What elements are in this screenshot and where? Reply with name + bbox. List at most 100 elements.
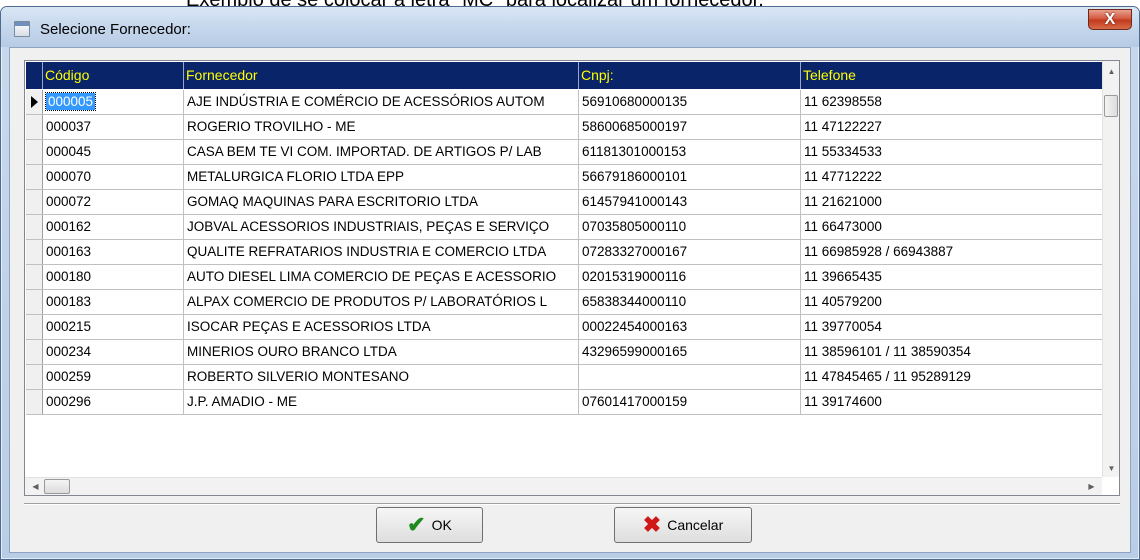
table-row[interactable]: 000234 MINERIOS OURO BRANCO LTDA 432965990… xyxy=(26,340,1111,365)
cell-fornecedor[interactable]: JOBVAL ACESSORIOS INDUSTRIAIS, PEÇAS E S… xyxy=(184,215,579,239)
cell-telefone[interactable]: 11 40579200 xyxy=(801,290,1111,314)
cell-codigo[interactable]: 000070 xyxy=(43,165,184,189)
cell-fornecedor[interactable]: AJE INDÚSTRIA E COMÉRCIO DE ACESSÓRIOS A… xyxy=(184,90,579,114)
scroll-left-icon[interactable]: ◀ xyxy=(27,478,44,495)
cell-cnpj[interactable]: 58600685000197 xyxy=(579,115,801,139)
table-row[interactable]: 000215 ISOCAR PEÇAS E ACESSORIOS LTDA 0002… xyxy=(26,315,1111,340)
table-row[interactable]: 000070 METALURGICA FLORIO LTDA EPP 5667918… xyxy=(26,165,1111,190)
row-indicator[interactable] xyxy=(26,340,43,364)
cell-cnpj-text: 56910680000135 xyxy=(582,94,688,109)
cell-cnpj[interactable]: 56910680000135 xyxy=(579,90,801,114)
cell-telefone[interactable]: 11 47712222 xyxy=(801,165,1111,189)
cell-telefone[interactable]: 11 39770054 xyxy=(801,315,1111,339)
table-row[interactable]: 000183 ALPAX COMERCIO DE PRODUTOS P/ LABO… xyxy=(26,290,1111,315)
cell-telefone[interactable]: 11 66985928 / 66943887 xyxy=(801,240,1111,264)
row-indicator[interactable] xyxy=(26,390,43,414)
cell-codigo[interactable]: 000296 xyxy=(43,390,184,414)
ok-button[interactable]: ✔ OK xyxy=(376,507,483,543)
cell-cnpj[interactable]: 07601417000159 xyxy=(579,390,801,414)
cell-cnpj[interactable]: 00022454000163 xyxy=(579,315,801,339)
cell-cnpj[interactable]: 65838344000110 xyxy=(579,290,801,314)
cell-cnpj[interactable]: 07035805000110 xyxy=(579,215,801,239)
cell-codigo[interactable]: 000234 xyxy=(43,340,184,364)
cell-fornecedor[interactable]: CASA BEM TE VI COM. IMPORTAD. DE ARTIGOS… xyxy=(184,140,579,164)
horizontal-scrollbar[interactable]: ◀ ▶ xyxy=(25,477,1102,495)
cell-telefone[interactable]: 11 62398558 xyxy=(801,90,1111,114)
cell-fornecedor[interactable]: GOMAQ MAQUINAS PARA ESCRITORIO LTDA xyxy=(184,190,579,214)
table-row[interactable]: 000180 AUTO DIESEL LIMA COMERCIO DE PEÇAS… xyxy=(26,265,1111,290)
row-indicator[interactable] xyxy=(26,190,43,214)
vertical-scroll-thumb[interactable] xyxy=(1104,95,1118,117)
vertical-scrollbar[interactable]: ▲ ▼ xyxy=(1102,61,1119,477)
row-indicator[interactable] xyxy=(26,115,43,139)
cell-fornecedor[interactable]: MINERIOS OURO BRANCO LTDA xyxy=(184,340,579,364)
cell-telefone[interactable]: 11 47122227 xyxy=(801,115,1111,139)
column-header-telefone[interactable]: Telefone xyxy=(801,62,1111,89)
table-row[interactable]: 000296 J.P. AMADIO - ME 07601417000159 11 3… xyxy=(26,390,1111,415)
row-indicator[interactable] xyxy=(26,240,43,264)
cell-telefone-text: 11 47122227 xyxy=(804,119,882,134)
cell-fornecedor[interactable]: QUALITE REFRATARIOS INDUSTRIA E COMERCIO… xyxy=(184,240,579,264)
cancel-button[interactable]: ✖ Cancelar xyxy=(614,507,752,543)
column-header-cnpj[interactable]: Cnpj: xyxy=(579,62,801,89)
cell-codigo[interactable]: 000183 xyxy=(43,290,184,314)
cell-fornecedor[interactable]: ROBERTO SILVERIO MONTESANO xyxy=(184,365,579,389)
cell-telefone[interactable]: 11 47845465 / 11 95289129 xyxy=(801,365,1111,389)
table-row[interactable]: 000045 CASA BEM TE VI COM. IMPORTAD. DE A… xyxy=(26,140,1111,165)
cell-telefone[interactable]: 11 55334533 xyxy=(801,140,1111,164)
table-row[interactable]: 000005 AJE INDÚSTRIA E COMÉRCIO DE ACESSÓ… xyxy=(26,90,1111,115)
cell-cnpj-text: 07283327000167 xyxy=(582,244,688,259)
column-header-codigo[interactable]: Código xyxy=(43,62,184,89)
cell-telefone[interactable]: 11 38596101 / 11 38590354 xyxy=(801,340,1111,364)
table-row[interactable]: 000162 JOBVAL ACESSORIOS INDUSTRIAIS, PEÇ… xyxy=(26,215,1111,240)
cell-codigo[interactable]: 000072 xyxy=(43,190,184,214)
cell-cnpj[interactable]: 43296599000165 xyxy=(579,340,801,364)
cell-cnpj[interactable]: 02015319000116 xyxy=(579,265,801,289)
cell-codigo[interactable]: 000045 xyxy=(43,140,184,164)
cell-fornecedor[interactable]: AUTO DIESEL LIMA COMERCIO DE PEÇAS E ACE… xyxy=(184,265,579,289)
cell-codigo[interactable]: 000037 xyxy=(43,115,184,139)
row-indicator[interactable] xyxy=(26,215,43,239)
cell-fornecedor[interactable]: J.P. AMADIO - ME xyxy=(184,390,579,414)
cell-fornecedor[interactable]: ALPAX COMERCIO DE PRODUTOS P/ LABORATÓRI… xyxy=(184,290,579,314)
row-indicator[interactable] xyxy=(26,140,43,164)
table-row[interactable]: 000037 ROGERIO TROVILHO - ME 5860068500019… xyxy=(26,115,1111,140)
current-row-indicator-icon[interactable] xyxy=(26,90,43,114)
table-row[interactable]: 000259 ROBERTO SILVERIO MONTESANO 11 47845… xyxy=(26,365,1111,390)
cell-cnpj[interactable]: 61181301000153 xyxy=(579,140,801,164)
table-row[interactable]: 000163 QUALITE REFRATARIOS INDUSTRIA E CO… xyxy=(26,240,1111,265)
cell-fornecedor[interactable]: METALURGICA FLORIO LTDA EPP xyxy=(184,165,579,189)
cell-fornecedor[interactable]: ISOCAR PEÇAS E ACESSORIOS LTDA xyxy=(184,315,579,339)
cell-codigo[interactable]: 000215 xyxy=(43,315,184,339)
row-indicator[interactable] xyxy=(26,165,43,189)
table-row[interactable]: 000072 GOMAQ MAQUINAS PARA ESCRITORIO LTD… xyxy=(26,190,1111,215)
cell-cnpj[interactable] xyxy=(579,365,801,389)
cell-cnpj[interactable]: 56679186000101 xyxy=(579,165,801,189)
cell-cnpj[interactable]: 07283327000167 xyxy=(579,240,801,264)
cell-fornecedor[interactable]: ROGERIO TROVILHO - ME xyxy=(184,115,579,139)
scroll-down-icon[interactable]: ▼ xyxy=(1103,460,1120,477)
horizontal-scroll-thumb[interactable] xyxy=(44,479,70,494)
scroll-up-icon[interactable]: ▲ xyxy=(1103,63,1120,80)
cell-telefone[interactable]: 11 21621000 xyxy=(801,190,1111,214)
column-header-fornecedor[interactable]: Fornecedor xyxy=(184,62,579,89)
cell-codigo[interactable]: 000259 xyxy=(43,365,184,389)
row-indicator[interactable] xyxy=(26,315,43,339)
scroll-right-icon[interactable]: ▶ xyxy=(1083,478,1100,495)
supplier-grid[interactable]: Código Fornecedor Cnpj: Telefone 000005 A… xyxy=(24,60,1120,496)
cell-cnpj[interactable]: 61457941000143 xyxy=(579,190,801,214)
row-indicator[interactable] xyxy=(26,290,43,314)
cell-codigo[interactable]: 000180 xyxy=(43,265,184,289)
cell-codigo[interactable]: 000005 xyxy=(43,90,184,114)
cell-codigo[interactable]: 000163 xyxy=(43,240,184,264)
cell-codigo[interactable]: 000162 xyxy=(43,215,184,239)
row-indicator[interactable] xyxy=(26,365,43,389)
cell-telefone[interactable]: 11 39174600 xyxy=(801,390,1111,414)
grid-rows: 000005 AJE INDÚSTRIA E COMÉRCIO DE ACESSÓ… xyxy=(26,90,1111,415)
title-bar[interactable]: Selecione Fornecedor: X xyxy=(1,7,1139,47)
cell-telefone-text: 11 40579200 xyxy=(804,294,882,309)
cell-telefone[interactable]: 11 66473000 xyxy=(801,215,1111,239)
cell-telefone[interactable]: 11 39665435 xyxy=(801,265,1111,289)
close-button[interactable]: X xyxy=(1088,9,1132,30)
row-indicator[interactable] xyxy=(26,265,43,289)
